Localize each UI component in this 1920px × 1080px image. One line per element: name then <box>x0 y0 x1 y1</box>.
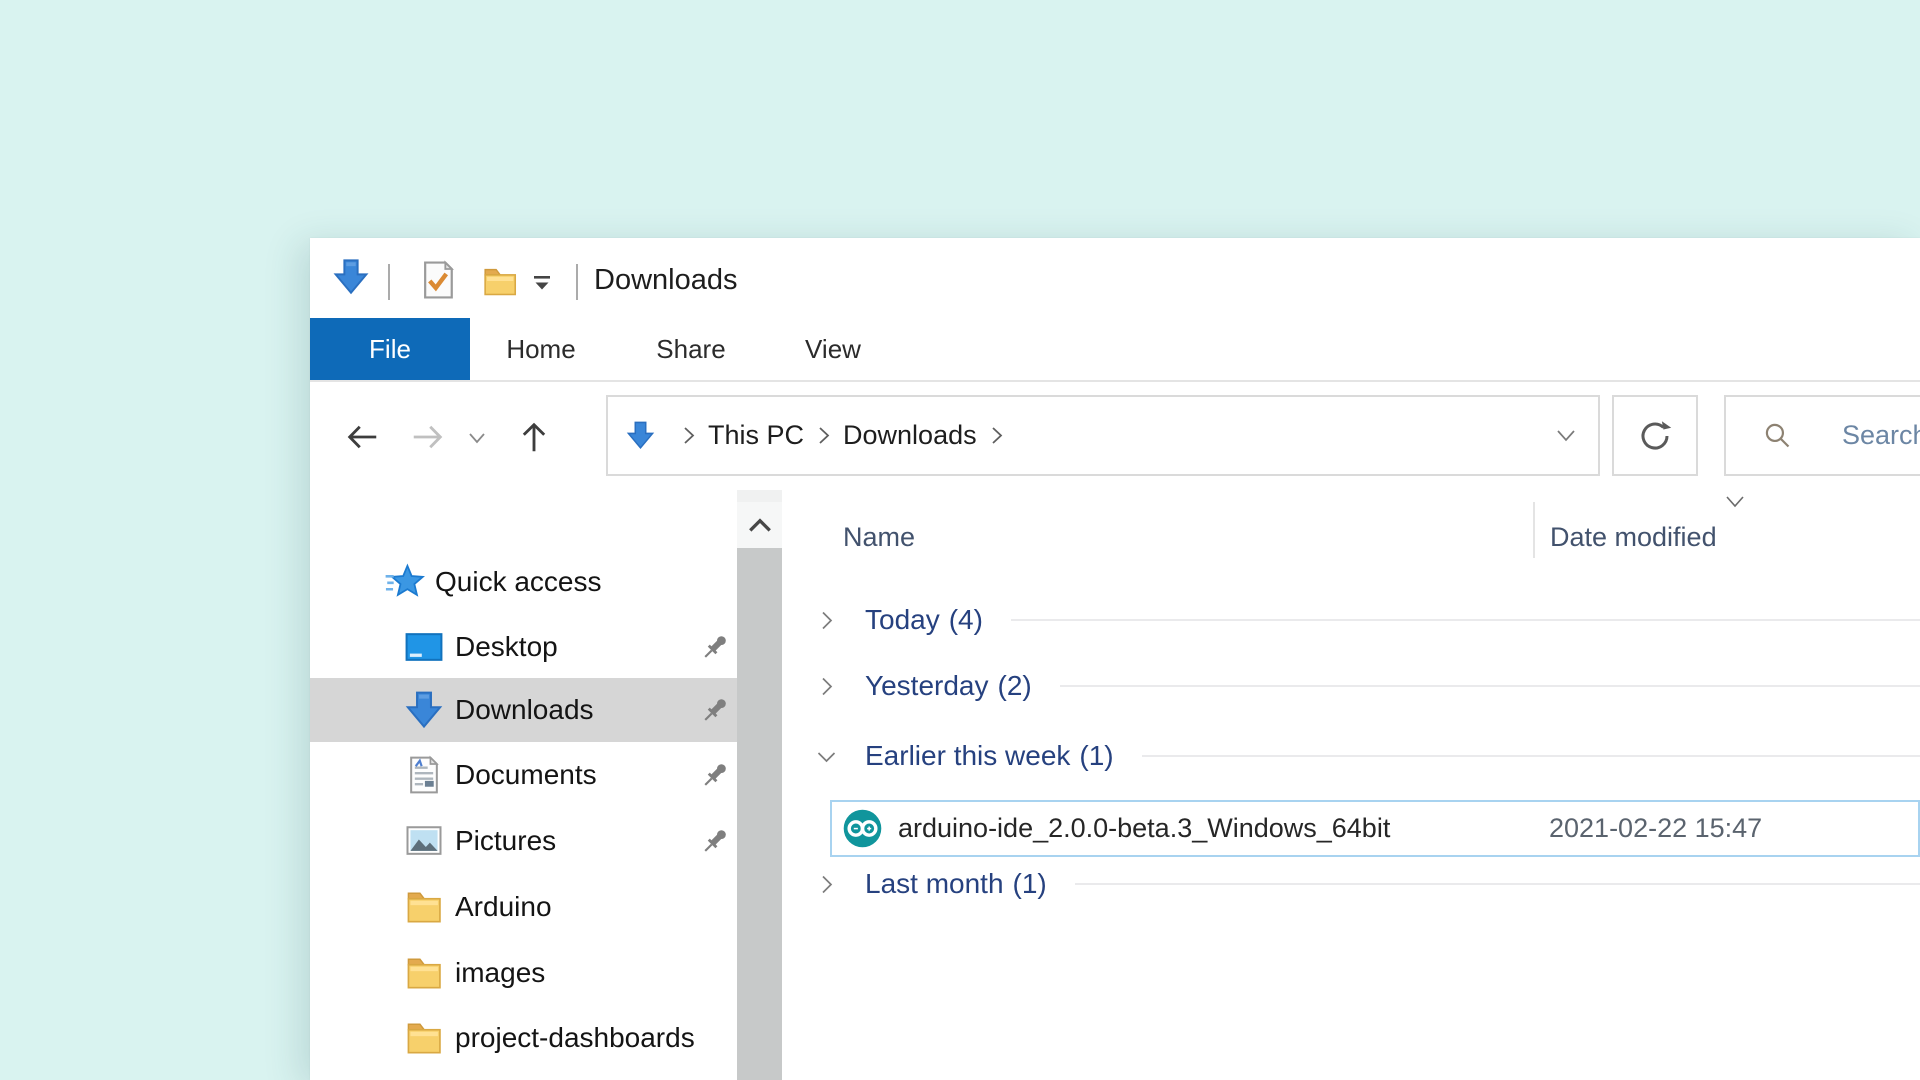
sidebar-scrollbar[interactable] <box>737 490 782 1080</box>
pictures-icon <box>402 819 446 863</box>
column-header-date-modified[interactable]: Date modified <box>1550 522 1717 553</box>
pin-icon <box>698 693 732 727</box>
pin-icon <box>698 758 732 792</box>
toolbar-separator <box>388 264 390 300</box>
group-label: Last month <box>865 868 1004 900</box>
group-rule <box>1011 619 1920 621</box>
breadcrumb-this-pc[interactable]: This PC <box>708 420 804 451</box>
file-date-modified: 2021-02-22 15:47 <box>1549 813 1762 844</box>
tab-file[interactable]: File <box>310 318 470 380</box>
sidebar-item-label: Documents <box>455 759 597 791</box>
sort-chevron-icon[interactable] <box>1723 494 1747 510</box>
new-folder-icon[interactable] <box>476 260 524 302</box>
ribbon-divider <box>310 380 1920 382</box>
group-header-today[interactable]: Today (4) <box>800 598 1920 642</box>
group-header-earlier-this-week[interactable]: Earlier this week (1) <box>800 734 1920 778</box>
folder-icon <box>402 885 446 929</box>
file-row-arduino-ide[interactable]: arduino-ide_2.0.0-beta.3_Windows_64bit 2… <box>830 800 1920 857</box>
sidebar-item-label: images <box>455 957 545 989</box>
sidebar-item-project-dashboards[interactable]: project-dashboards <box>310 1006 737 1070</box>
sidebar-item-pictures[interactable]: Pictures <box>310 809 737 873</box>
downloads-arrow-icon <box>402 688 446 732</box>
downloads-arrow-icon <box>330 256 372 298</box>
sidebar-item-quick-access[interactable]: Quick access <box>310 550 737 614</box>
chevron-up-icon <box>747 516 773 534</box>
sidebar-item-documents[interactable]: Documents <box>310 743 737 807</box>
search-box[interactable]: Search <box>1724 395 1920 476</box>
search-placeholder: Search <box>1842 420 1920 451</box>
properties-check-document-icon[interactable] <box>416 258 460 302</box>
address-bar[interactable]: This PC Downloads <box>606 395 1600 476</box>
group-label: Today <box>865 604 940 636</box>
sidebar-item-label: Arduino <box>455 891 552 923</box>
customize-toolbar-caret-icon[interactable] <box>531 274 553 292</box>
toolbar-separator <box>576 264 578 300</box>
forward-arrow-icon[interactable] <box>410 419 446 455</box>
group-header-yesterday[interactable]: Yesterday (2) <box>800 664 1920 708</box>
group-count: (4) <box>949 604 983 636</box>
sidebar-item-label: Pictures <box>455 825 556 857</box>
scrollbar-thumb[interactable] <box>737 548 782 1080</box>
chevron-right-icon[interactable] <box>815 609 838 632</box>
pin-icon <box>698 630 732 664</box>
refresh-icon <box>1637 418 1673 454</box>
address-dropdown-chevron-icon[interactable] <box>1554 428 1578 444</box>
folder-icon <box>402 1016 446 1060</box>
breadcrumb-chevron-icon[interactable] <box>815 425 832 446</box>
quick-access-star-icon <box>384 561 426 603</box>
sidebar-item-arduino[interactable]: Arduino <box>310 875 737 939</box>
group-count: (2) <box>998 670 1032 702</box>
tab-share[interactable]: Share <box>626 318 756 380</box>
magnifier-icon <box>1762 420 1793 451</box>
breadcrumb-chevron-icon[interactable] <box>680 425 697 446</box>
folder-icon <box>402 951 446 995</box>
arduino-icon <box>842 808 883 849</box>
sidebar-item-label: project-dashboards <box>455 1022 695 1054</box>
chevron-down-icon[interactable] <box>815 745 838 768</box>
group-count: (1) <box>1013 868 1047 900</box>
group-rule <box>1142 755 1920 757</box>
sidebar-item-label: Downloads <box>455 694 594 726</box>
breadcrumb-downloads[interactable]: Downloads <box>843 420 977 451</box>
group-label: Earlier this week <box>865 740 1070 772</box>
back-arrow-icon[interactable] <box>344 419 380 455</box>
sidebar-item-desktop[interactable]: Desktop <box>310 615 737 679</box>
file-explorer-window: Downloads File Home Share View This PC D… <box>310 238 1920 1080</box>
column-separator[interactable] <box>1533 502 1535 558</box>
group-rule <box>1075 883 1920 885</box>
desktop-icon <box>402 625 446 669</box>
file-list: Name Date modified Today (4) Yesterday (… <box>800 490 1920 1080</box>
group-count: (1) <box>1079 740 1113 772</box>
group-rule <box>1060 685 1920 687</box>
sidebar-item-images[interactable]: images <box>310 941 737 1005</box>
breadcrumb-chevron-icon[interactable] <box>988 425 1005 446</box>
tab-home[interactable]: Home <box>476 318 606 380</box>
group-label: Yesterday <box>865 670 989 702</box>
column-header-name[interactable]: Name <box>843 522 915 553</box>
chevron-right-icon[interactable] <box>815 675 838 698</box>
up-arrow-icon[interactable] <box>516 419 552 455</box>
window-title: Downloads <box>594 264 737 297</box>
sidebar-item-label: Desktop <box>455 631 558 663</box>
sidebar-item-downloads[interactable]: Downloads <box>310 678 737 742</box>
group-header-last-month[interactable]: Last month (1) <box>800 862 1920 906</box>
recent-locations-chevron-icon[interactable] <box>465 427 489 449</box>
scrollbar-up-button[interactable] <box>737 502 782 548</box>
pin-icon <box>698 824 732 858</box>
document-icon <box>402 753 446 797</box>
chevron-right-icon[interactable] <box>815 873 838 896</box>
downloads-arrow-icon <box>624 419 657 452</box>
tab-view[interactable]: View <box>768 318 898 380</box>
file-name: arduino-ide_2.0.0-beta.3_Windows_64bit <box>898 813 1390 844</box>
refresh-button[interactable] <box>1612 395 1698 476</box>
sidebar-item-label: Quick access <box>435 566 602 598</box>
